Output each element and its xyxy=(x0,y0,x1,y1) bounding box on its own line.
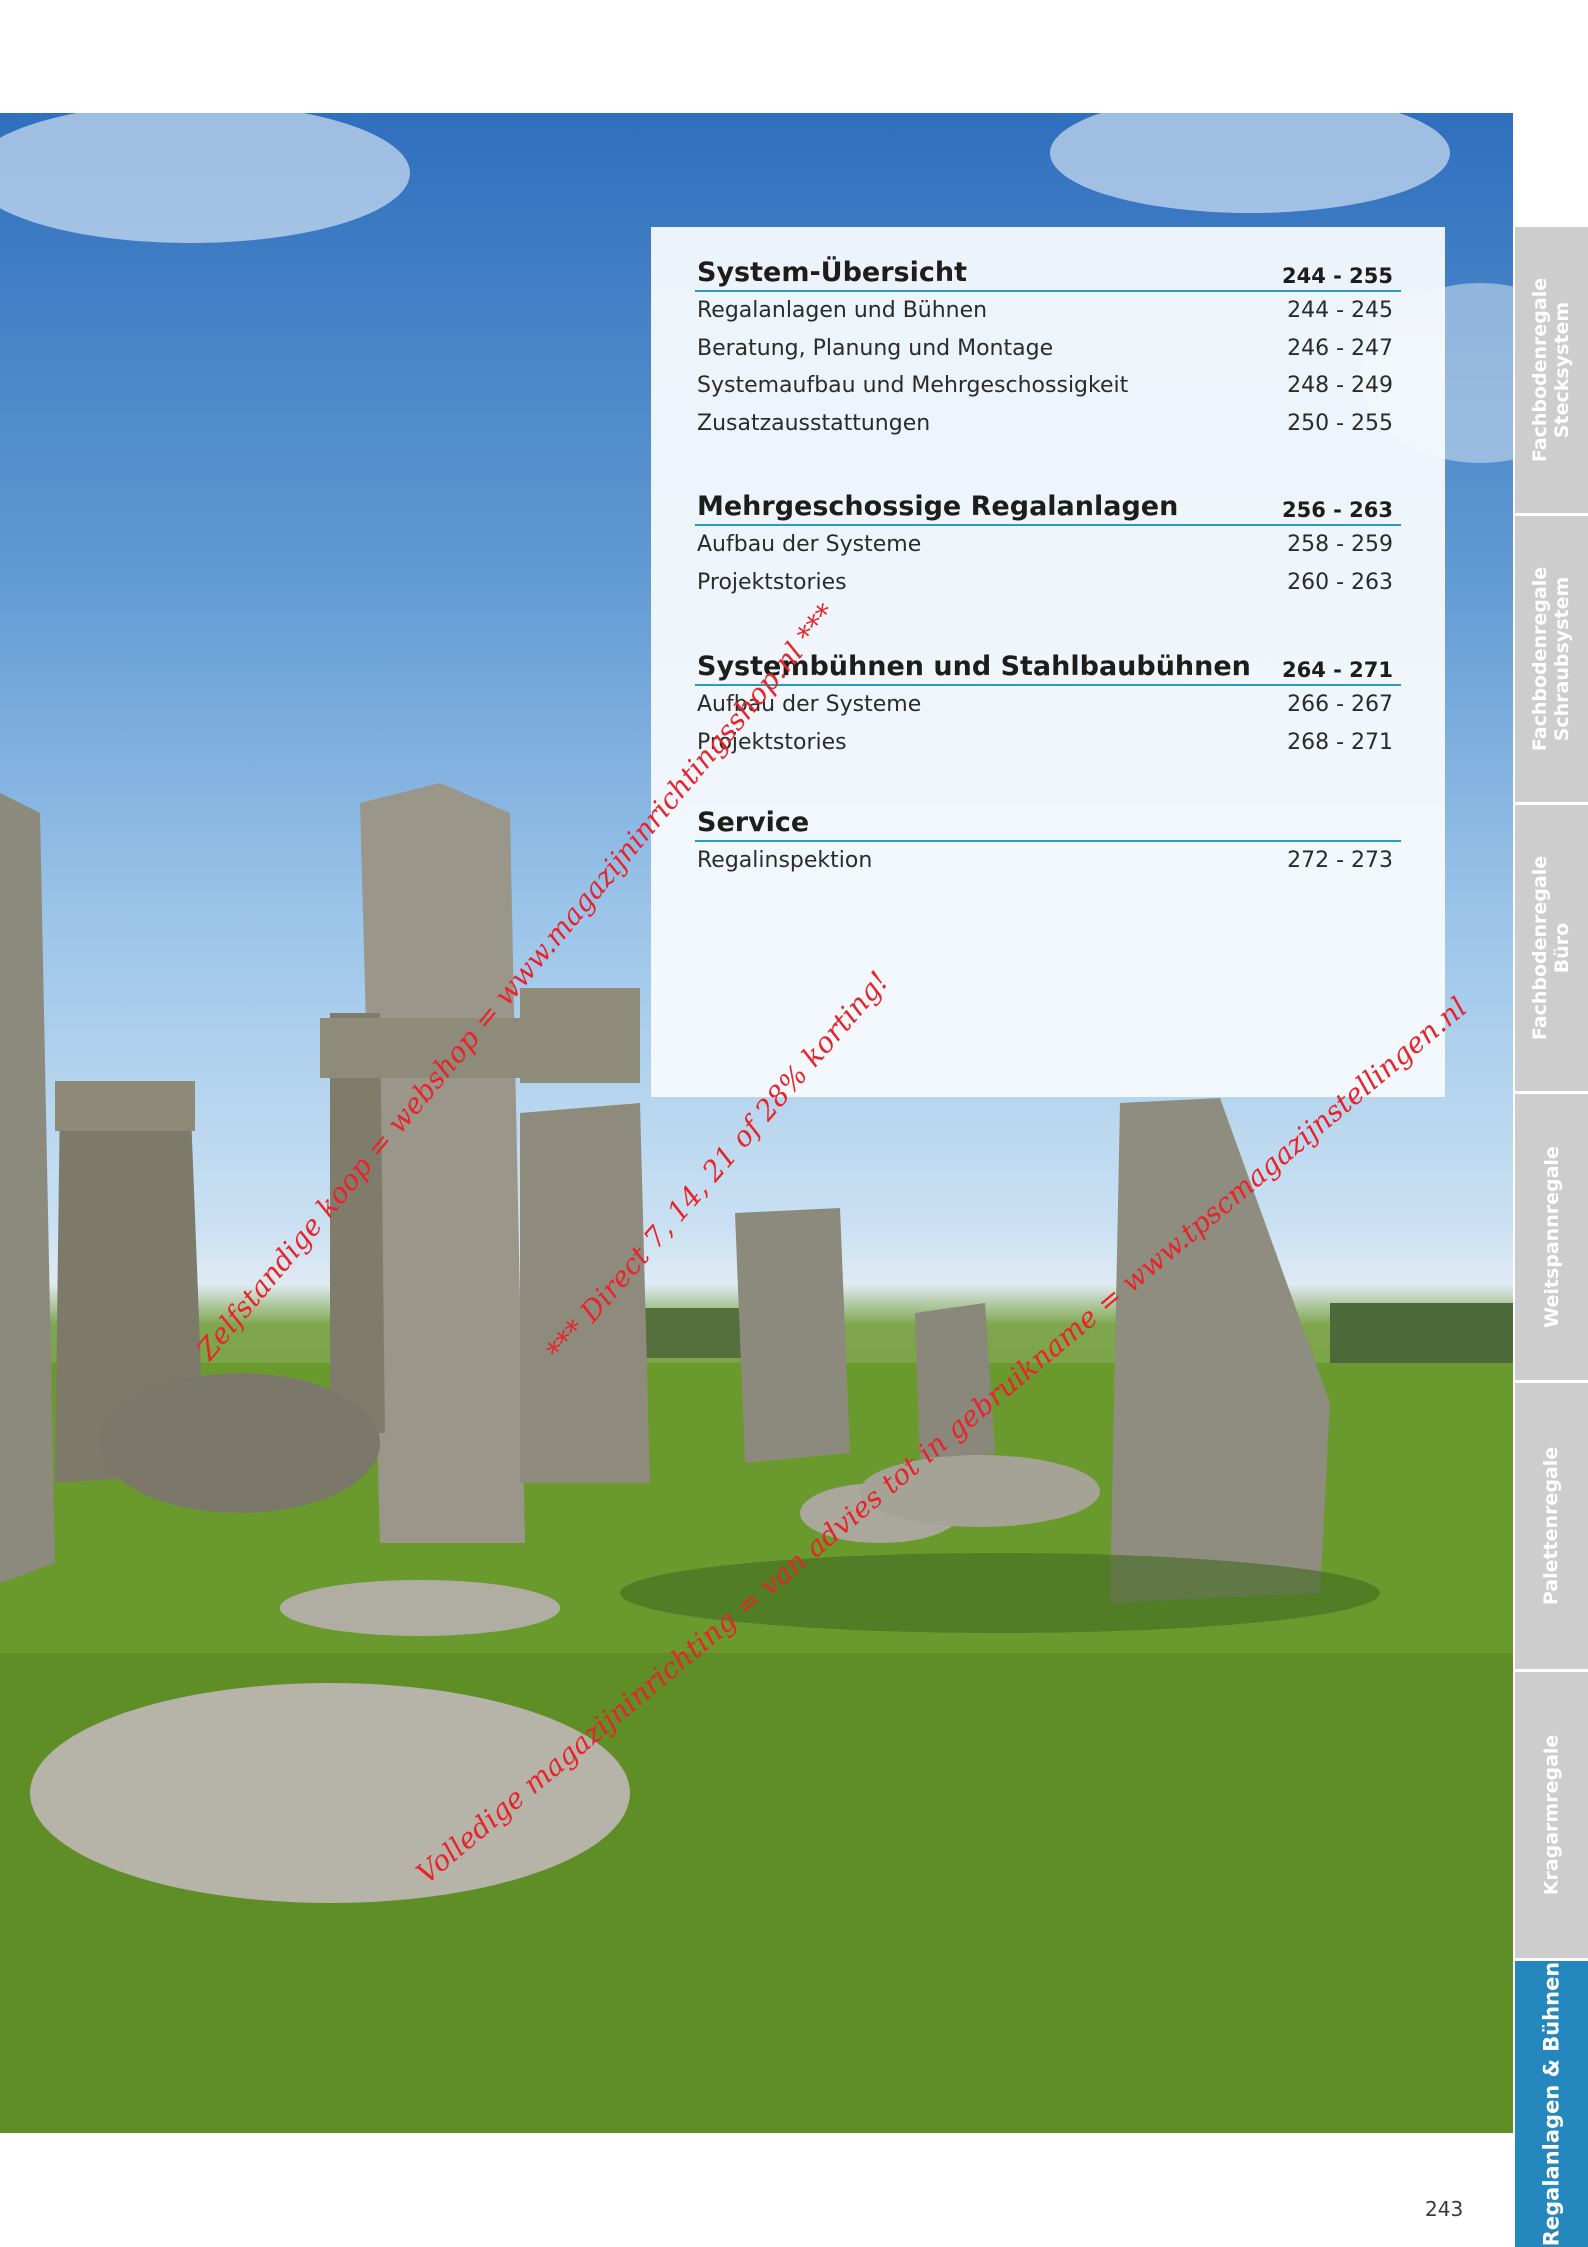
tab-label: Kragarmregale xyxy=(1541,1735,1563,1896)
toc-entry-label: Zusatzausstattungen xyxy=(697,410,931,436)
tab-fachbodenregale-buero[interactable]: Fachbodenregale Büro xyxy=(1515,805,1588,1091)
tab-label: Regalanlagen & Bühnen xyxy=(1539,1961,1564,2247)
tab-label-line1: Fachbodenregale xyxy=(1529,855,1552,1041)
toc-entry-label: Aufbau der Systeme xyxy=(697,532,922,557)
toc-entry-label: Regalinspektion xyxy=(697,848,873,873)
toc-entry-pages: 272 - 273 xyxy=(1287,848,1393,873)
tab-label-line1: Palettenregale xyxy=(1540,1446,1563,1606)
tab-label-line2: Schraubsystem xyxy=(1551,576,1574,742)
tab-label: Fachbodenregale Stecksystem xyxy=(1530,278,1574,462)
tab-weitspannregale[interactable]: Weitspannregale xyxy=(1515,1094,1588,1380)
toc-entry-pages: 250 - 255 xyxy=(1287,410,1393,436)
section-title[interactable]: System-Übersicht xyxy=(697,257,967,288)
toc-entry-pages: 260 - 263 xyxy=(1287,569,1393,595)
tab-label: Fachbodenregale Büro xyxy=(1530,856,1574,1040)
section-title[interactable]: Mehrgeschossige Regalanlagen xyxy=(697,491,1178,522)
toc-entry-label: Regalanlagen und Bühnen xyxy=(697,298,988,323)
tab-label-line1: Fachbodenregale xyxy=(1529,277,1552,463)
toc-section-system-uebersicht: System-Übersicht 244 - 255 Regalanlagen … xyxy=(695,257,1401,442)
toc-entry-label: Projektstories xyxy=(697,569,847,595)
toc-entry[interactable]: Projektstories 268 - 271 xyxy=(695,724,1401,762)
toc-entry-pages: 244 - 245 xyxy=(1287,298,1393,323)
tab-regalanlagen-buehnen[interactable]: Regalanlagen & Bühnen xyxy=(1515,1961,1588,2247)
tab-label: Fachbodenregale Schraubsystem xyxy=(1530,567,1574,751)
tab-label: Weitspannregale xyxy=(1541,1146,1563,1328)
section-heading: Service xyxy=(695,807,1401,842)
toc-entry-pages: 266 - 267 xyxy=(1287,692,1393,717)
section-page-range: 244 - 255 xyxy=(1281,264,1393,288)
toc-entry[interactable]: Regalanlagen und Bühnen 244 - 245 xyxy=(695,292,1401,330)
tab-label-line1: Fachbodenregale xyxy=(1529,566,1552,752)
chapter-tabs: Fachbodenregale Stecksystem Fachbodenreg… xyxy=(1513,227,1588,2247)
toc-entry-label: Systemaufbau und Mehrgeschossigkeit xyxy=(697,373,1129,398)
section-heading: Mehrgeschossige Regalanlagen 256 - 263 xyxy=(695,491,1401,526)
section-page-range: 264 - 271 xyxy=(1281,658,1393,682)
toc-entry[interactable]: Projektstories 260 - 263 xyxy=(695,564,1401,602)
tab-fachbodenregale-schraubsystem[interactable]: Fachbodenregale Schraubsystem xyxy=(1515,516,1588,802)
toc-entry[interactable]: Systemaufbau und Mehrgeschossigkeit 248 … xyxy=(695,367,1401,405)
tab-palettenregale[interactable]: Palettenregale xyxy=(1515,1383,1588,1669)
toc-section-mehrgeschossige-regalanlagen: Mehrgeschossige Regalanlagen 256 - 263 A… xyxy=(695,491,1401,601)
toc-entry[interactable]: Aufbau der Systeme 258 - 259 xyxy=(695,526,1401,564)
toc-entry[interactable]: Aufbau der Systeme 266 - 267 xyxy=(695,686,1401,724)
tab-label-line2: Büro xyxy=(1551,922,1574,974)
toc-entry-pages: 246 - 247 xyxy=(1287,335,1393,361)
tab-fachbodenregale-stecksystem[interactable]: Fachbodenregale Stecksystem xyxy=(1515,227,1588,513)
toc-entry[interactable]: Zusatzausstattungen 250 - 255 xyxy=(695,405,1401,443)
toc-entry-pages: 268 - 271 xyxy=(1287,729,1393,755)
tab-kragarmregale[interactable]: Kragarmregale xyxy=(1515,1672,1588,1958)
toc-entry-pages: 258 - 259 xyxy=(1287,532,1393,557)
toc-entry[interactable]: Regalinspektion 272 - 273 xyxy=(695,842,1401,880)
toc-entry-pages: 248 - 249 xyxy=(1287,373,1393,398)
toc-entry[interactable]: Beratung, Planung und Montage 246 - 247 xyxy=(695,330,1401,368)
toc-section-service: Service Regalinspektion 272 - 273 xyxy=(695,807,1401,880)
page-number: 243 xyxy=(1425,2197,1464,2221)
tab-label: Palettenregale xyxy=(1541,1447,1563,1605)
tab-label-line2: Stecksystem xyxy=(1551,301,1574,439)
toc-entry-label: Beratung, Planung und Montage xyxy=(697,335,1054,361)
section-title[interactable]: Service xyxy=(697,807,809,838)
tab-label-line1: Regalanlagen & Bühnen xyxy=(1539,1961,1564,2247)
section-page-range: 256 - 263 xyxy=(1281,498,1393,522)
tab-label-line1: Kragarmregale xyxy=(1540,1734,1563,1896)
tab-label-line1: Weitspannregale xyxy=(1540,1146,1563,1328)
section-heading: System-Übersicht 244 - 255 xyxy=(695,257,1401,292)
